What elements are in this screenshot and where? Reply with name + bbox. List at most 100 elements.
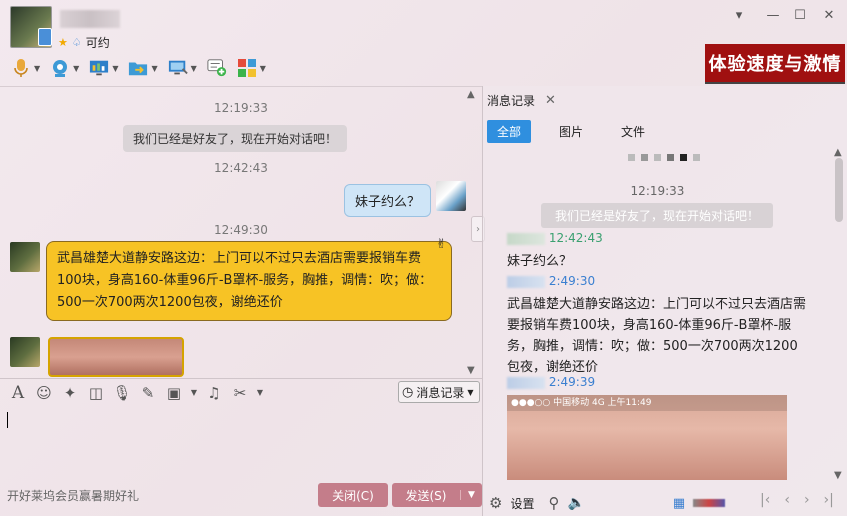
chat-messages[interactable]: ▲ 12:19:33 我们已经是好友了，现在开始对话吧！ 12:42:43 妹子… [0, 86, 482, 377]
gear-icon[interactable]: ⚙ [489, 494, 502, 512]
history-entry-time: 2:49:30 [548, 274, 596, 288]
my-avatar[interactable] [436, 181, 466, 211]
window-shake-icon[interactable]: ◫ [86, 383, 106, 403]
promo-link[interactable]: 开好莱坞会员赢暑期好礼 [7, 487, 139, 504]
scroll-up-arrow[interactable]: ▲ [467, 89, 475, 100]
bubble-decoration-icon: ✌ [436, 237, 447, 252]
peer-image-message[interactable] [48, 337, 184, 377]
music-icon[interactable]: ♫ [204, 383, 224, 403]
close-window-button[interactable]: ✕ [818, 8, 840, 23]
video-call-button[interactable]: ▼ [47, 55, 82, 81]
system-message: 我们已经是好友了，现在开始对话吧！ [122, 125, 347, 152]
filter-files[interactable]: 文件 [611, 120, 655, 143]
remote-desktop-icon [168, 58, 188, 78]
maximize-button[interactable]: ☐ [789, 8, 811, 23]
scroll-up-arrow[interactable]: ▲ [834, 147, 842, 158]
message-add-icon [207, 58, 227, 78]
history-entry-header: 2:49:30 [507, 274, 595, 288]
history-entry-header: 12:42:43 [507, 231, 603, 245]
add-to-chat-button[interactable] [204, 55, 230, 81]
history-entry-time: 2:49:39 [548, 375, 596, 389]
history-time: 12:19:33 [630, 184, 685, 198]
history-tab[interactable]: 消息记录 ✕ [487, 88, 556, 112]
history-pager: |‹ ‹ › ›| [760, 492, 834, 508]
my-message-bubble[interactable]: 妹子约么？ [344, 184, 432, 217]
chevron-down-icon[interactable]: ▼ [73, 64, 79, 73]
image-status-bar: ●●●○○ 中国移动 4G 上午11:49 [507, 395, 787, 411]
chevron-down-icon[interactable]: ▼ [151, 64, 157, 73]
message-input[interactable] [0, 406, 482, 480]
ad-banner[interactable]: 体验速度与激情 [705, 44, 845, 84]
magic-wand-icon[interactable]: ✦ [60, 383, 80, 403]
apps-grid-icon [237, 58, 257, 78]
peer-avatar[interactable] [10, 242, 40, 272]
status-text: 可约 [85, 36, 110, 50]
screen-share-icon [89, 58, 109, 78]
sender-name-blurred [507, 376, 545, 389]
scroll-down-arrow[interactable]: ▼ [467, 365, 475, 376]
history-filters: 全部 图片 文件 [487, 120, 655, 143]
message-history-label: 消息记录 [416, 385, 465, 400]
chevron-down-icon[interactable]: ▼ [191, 64, 197, 73]
chevron-down-icon[interactable]: ▼ [190, 383, 198, 403]
text-cursor [7, 412, 8, 428]
history-entry-time: 12:42:43 [548, 231, 603, 245]
first-page-icon[interactable]: |‹ [760, 492, 770, 508]
settings-label[interactable]: 设置 [510, 495, 534, 512]
chevron-down-icon[interactable]: ▼ [256, 383, 264, 403]
filter-images[interactable]: 图片 [549, 120, 593, 143]
file-transfer-button[interactable]: ▼ [125, 55, 160, 81]
close-icon[interactable]: ✕ [545, 93, 556, 108]
message-time: 12:19:33 [214, 101, 268, 115]
peer-avatar[interactable] [10, 337, 40, 367]
send-button[interactable]: 发送(S) ▼ [392, 483, 482, 507]
chevron-down-icon[interactable]: ▼ [460, 490, 482, 500]
blurred-date-header [628, 154, 700, 161]
voice-message-icon[interactable]: 🎙 [112, 383, 132, 403]
chevron-down-icon[interactable]: ▼ [34, 64, 40, 73]
prev-page-icon[interactable]: ‹ [784, 492, 790, 508]
history-tab-title: 消息记录 [487, 93, 536, 108]
star-icon: ★ [58, 36, 68, 49]
clock-icon: ◷ [402, 384, 414, 400]
message-history-button[interactable]: ◷ 消息记录 ▼ [398, 381, 480, 403]
sender-name-blurred [507, 275, 545, 288]
history-entry-text: 武昌雄楚大道静安路这边：上门可以不过只去酒店需要报销车费100块，身高160-体… [507, 297, 807, 375]
skin-menu-button[interactable]: ▾ [728, 8, 750, 23]
search-icon[interactable]: ⚲ [548, 494, 559, 512]
chevron-down-icon[interactable]: ▼ [260, 64, 266, 73]
microphone-icon [11, 58, 31, 78]
history-entry-text: 妹子约么？ [507, 254, 573, 269]
minimize-button[interactable]: — [762, 8, 784, 23]
doodle-icon[interactable]: ✎ [138, 383, 158, 403]
message-time: 12:42:43 [214, 161, 268, 175]
mobile-online-icon [38, 28, 52, 46]
scroll-down-arrow[interactable]: ▼ [834, 470, 842, 481]
status-row: ★ ♤ 可约 [58, 34, 110, 51]
next-page-icon[interactable]: › [804, 492, 810, 508]
last-page-icon[interactable]: ›| [824, 492, 834, 508]
close-button[interactable]: 关闭(C) [318, 483, 388, 507]
speaker-icon[interactable]: 🔈 [567, 495, 584, 511]
history-system-message: 我们已经是好友了，现在开始对话吧！ [541, 203, 774, 228]
history-image[interactable]: ●●●○○ 中国移动 4G 上午11:49 [507, 395, 787, 480]
history-entry-header: 2:49:39 [507, 375, 595, 389]
image-icon[interactable]: ▣ [164, 383, 184, 403]
calendar-icon[interactable]: ▦ [673, 496, 685, 511]
chat-header: ★ ♤ 可约 ▾ — ☐ ✕ ▼ ▼ ▼ ▼ ▼ ▼ 体验速度与激情 [0, 0, 847, 86]
call-toolbar: ▼ ▼ ▼ ▼ ▼ ▼ [8, 55, 269, 81]
font-icon[interactable]: A [8, 383, 28, 403]
remote-desktop-button[interactable]: ▼ [165, 55, 200, 81]
voice-call-button[interactable]: ▼ [8, 55, 43, 81]
apps-button[interactable]: ▼ [234, 55, 269, 81]
sender-name-blurred [507, 232, 545, 245]
filter-all[interactable]: 全部 [487, 120, 532, 143]
folder-transfer-icon [128, 58, 148, 78]
screen-share-button[interactable]: ▼ [86, 55, 121, 81]
qq-icon: ♤ [71, 36, 82, 49]
screenshot-scissors-icon[interactable]: ✂ [230, 383, 250, 403]
chevron-down-icon[interactable]: ▼ [112, 64, 118, 73]
emoji-icon[interactable]: ☺ [34, 383, 54, 403]
scrollbar-thumb[interactable] [835, 158, 843, 222]
peer-message-bubble[interactable]: 武昌雄楚大道静安路这边：上门可以不过只去酒店需要报销车费100块，身高160-体… [46, 241, 452, 321]
